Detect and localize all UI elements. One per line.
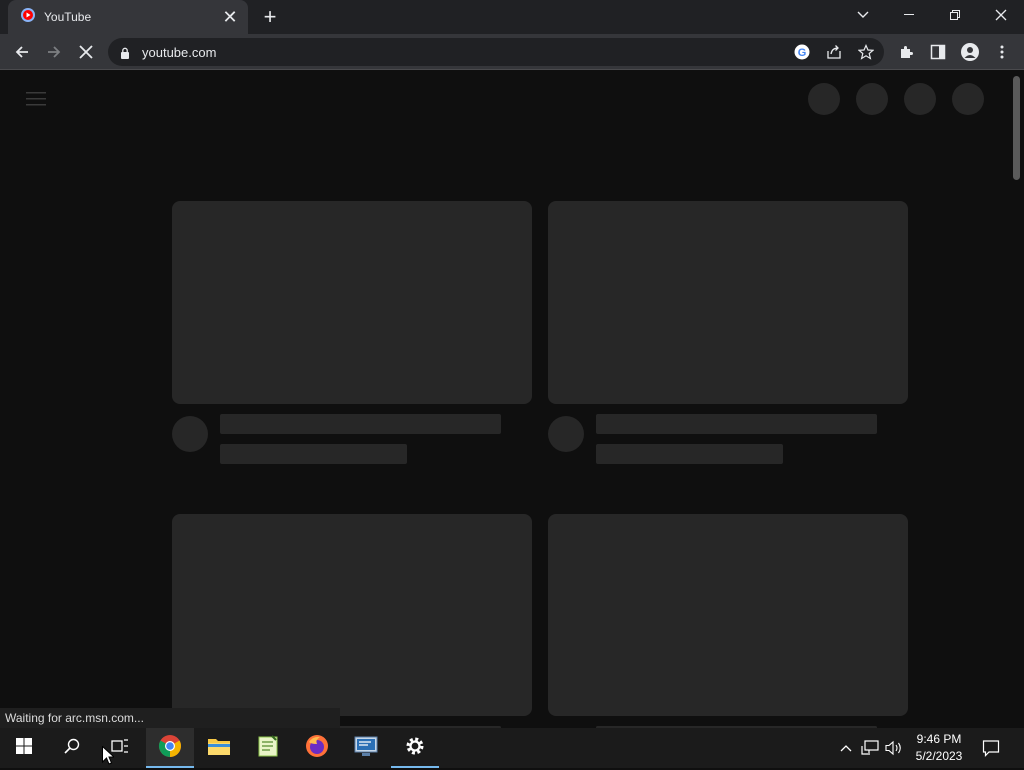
windows-taskbar: 9:46 PM 5/2/2023 <box>0 728 1024 768</box>
search-icon <box>64 738 80 759</box>
title-placeholder <box>220 414 501 434</box>
network-icon[interactable] <box>860 738 880 758</box>
chrome-tab-strip: YouTube ✕ + <box>0 0 1024 34</box>
mouse-cursor-icon <box>102 745 116 770</box>
video-thumbnail-placeholder <box>172 201 532 404</box>
taskbar-search-button[interactable] <box>48 728 96 768</box>
forward-arrow-icon[interactable] <box>42 40 66 64</box>
browser-toolbar: youtube.com G <box>0 34 1024 70</box>
notifications-icon[interactable] <box>981 738 1001 758</box>
clock-date: 5/2/2023 <box>915 749 963 763</box>
extensions-puzzle-icon[interactable] <box>894 40 918 64</box>
show-hidden-icons-button[interactable] <box>836 738 856 758</box>
start-button[interactable] <box>0 728 48 768</box>
channel-avatar-placeholder <box>172 416 208 452</box>
stop-loading-icon[interactable] <box>74 40 98 64</box>
remote-desktop-icon <box>354 735 378 762</box>
restore-button[interactable] <box>932 0 978 30</box>
taskbar-chrome[interactable] <box>146 728 194 768</box>
back-arrow-icon[interactable] <box>10 40 34 64</box>
minimize-button[interactable] <box>886 0 932 30</box>
youtube-favicon-icon <box>20 7 36 28</box>
close-tab-icon[interactable]: ✕ <box>218 5 242 29</box>
header-placeholder-circle <box>904 83 936 115</box>
google-lens-icon[interactable]: G <box>794 44 810 65</box>
meta-placeholder <box>220 444 407 464</box>
share-icon[interactable] <box>826 44 842 65</box>
lock-icon[interactable] <box>120 46 130 64</box>
gear-icon <box>404 735 426 762</box>
header-placeholder-circle <box>952 83 984 115</box>
title-placeholder <box>596 414 877 434</box>
clock-time: 9:46 PM <box>916 732 962 746</box>
video-thumbnail-placeholder <box>548 514 908 716</box>
status-bubble: Waiting for arc.msn.com... <box>0 708 340 728</box>
taskbar-settings[interactable] <box>391 728 439 768</box>
tab-search-button[interactable] <box>840 0 886 30</box>
taskbar-file-explorer[interactable] <box>195 728 243 768</box>
volume-icon[interactable] <box>884 738 904 758</box>
hamburger-menu-icon[interactable] <box>26 91 46 112</box>
profile-avatar-icon[interactable] <box>958 40 982 64</box>
header-placeholder-circle <box>808 83 840 115</box>
browser-menu-icon[interactable] <box>990 40 1014 64</box>
meta-placeholder <box>596 444 783 464</box>
side-panel-icon[interactable] <box>926 40 950 64</box>
youtube-page <box>0 71 1024 729</box>
taskbar-notepad-plus[interactable] <box>244 728 292 768</box>
taskbar-firefox[interactable] <box>293 728 341 768</box>
address-bar[interactable]: youtube.com G <box>108 38 884 66</box>
svg-text:G: G <box>798 47 807 59</box>
chrome-icon <box>158 734 182 763</box>
video-thumbnail-placeholder <box>548 201 908 404</box>
taskbar-remote-desktop[interactable] <box>342 728 390 768</box>
firefox-icon <box>305 734 329 763</box>
channel-avatar-placeholder <box>548 416 584 452</box>
tab-title: YouTube <box>44 10 92 24</box>
bookmark-star-icon[interactable] <box>857 44 875 65</box>
header-placeholder-circle <box>856 83 888 115</box>
video-thumbnail-placeholder <box>172 514 532 716</box>
notepad-plus-icon <box>257 734 279 762</box>
url-text: youtube.com <box>142 45 217 60</box>
windows-logo-icon <box>16 737 32 759</box>
taskbar-clock[interactable]: 9:46 PM 5/2/2023 <box>904 731 974 765</box>
page-scrollbar[interactable] <box>1013 76 1020 180</box>
close-window-button[interactable] <box>978 0 1024 30</box>
tab-youtube[interactable]: YouTube ✕ <box>8 0 248 34</box>
new-tab-button[interactable]: + <box>256 4 284 30</box>
folder-icon <box>207 736 231 761</box>
